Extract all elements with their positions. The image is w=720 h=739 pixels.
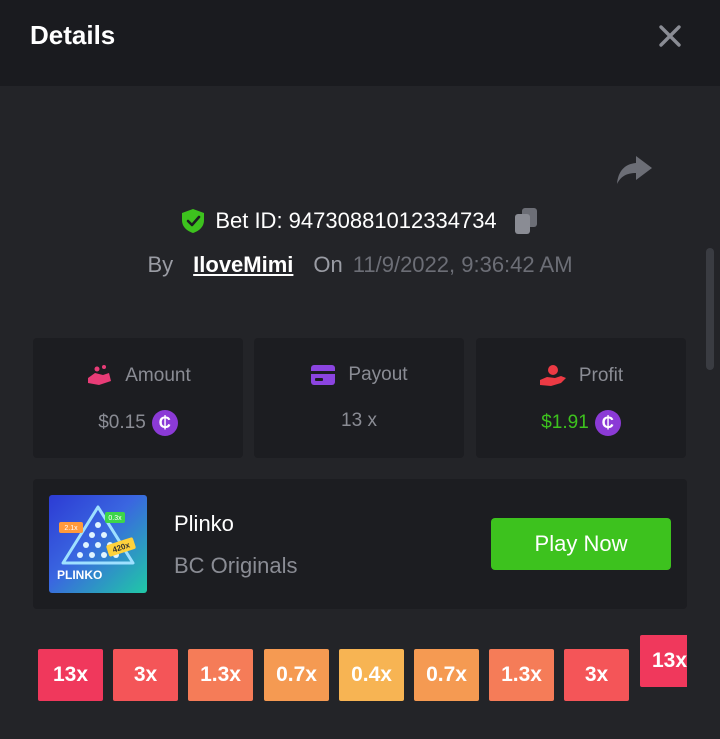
amount-card: Amount $0.15 ₵ bbox=[33, 338, 243, 458]
coin-icon: ₵ bbox=[151, 410, 178, 436]
payout-card: Payout 13 x bbox=[254, 338, 464, 458]
on-label: On bbox=[313, 252, 343, 277]
profit-label: Profit bbox=[578, 365, 624, 386]
details-header: Details bbox=[0, 0, 720, 86]
multiplier-row: 13x 3x 1.3x 0.7x 0.4x 0.7x 1.3x 3x 13x bbox=[38, 635, 698, 703]
amount-value: $0.15 bbox=[98, 412, 146, 433]
thumb-badge-1: 2.1x bbox=[64, 525, 78, 532]
payout-value: 13 x bbox=[341, 410, 377, 431]
bet-meta-row: By IloveMimi On 11/9/2022, 9:36:42 AM bbox=[0, 248, 720, 282]
thumb-title: PLINKO bbox=[57, 568, 102, 582]
multiplier-slot: 0.7x bbox=[264, 649, 329, 701]
multiplier-slot: 3x bbox=[113, 649, 178, 701]
payout-card-icon bbox=[311, 365, 336, 385]
play-now-button[interactable]: Play Now bbox=[491, 518, 671, 570]
profit-hand-icon bbox=[539, 365, 566, 386]
multiplier-slot: 1.3x bbox=[188, 649, 253, 701]
multiplier-slot: 13x bbox=[38, 649, 103, 701]
plinko-thumbnail[interactable]: 2.1x 0.3x 420x PLINKO bbox=[49, 495, 147, 593]
share-icon[interactable] bbox=[614, 152, 654, 188]
game-name: Plinko bbox=[174, 511, 234, 536]
bet-datetime: 11/9/2022, 9:36:42 AM bbox=[352, 252, 573, 277]
profit-value: $1.91 bbox=[541, 412, 589, 433]
multiplier-slot-active: 13x bbox=[640, 635, 687, 687]
game-card: 2.1x 0.3x 420x PLINKO Plinko BC Original… bbox=[33, 479, 687, 609]
payout-label: Payout bbox=[348, 364, 408, 385]
shield-check-icon bbox=[182, 209, 205, 233]
amount-label: Amount bbox=[125, 365, 191, 386]
profit-card: Profit $1.91 ₵ bbox=[476, 338, 686, 458]
username-link[interactable]: IloveMimi bbox=[193, 252, 293, 278]
bet-id-row: Bet ID: 94730881012334734 bbox=[0, 204, 720, 238]
coin-icon: ₵ bbox=[594, 410, 621, 436]
multiplier-slot: 0.4x bbox=[339, 649, 404, 701]
thumb-badge-2: 0.3x bbox=[108, 515, 122, 522]
multiplier-slot: 3x bbox=[564, 649, 629, 701]
multiplier-slot: 0.7x bbox=[414, 649, 479, 701]
by-label: By bbox=[147, 252, 174, 277]
multiplier-slot-active-label: 13x bbox=[652, 649, 687, 672]
close-icon[interactable] bbox=[654, 20, 686, 52]
multiplier-slot: 1.3x bbox=[489, 649, 554, 701]
amount-icon bbox=[88, 365, 112, 385]
page-title: Details bbox=[30, 20, 116, 50]
copy-icon[interactable] bbox=[513, 207, 539, 235]
bet-id: Bet ID: 94730881012334734 bbox=[215, 208, 497, 233]
game-provider: BC Originals bbox=[174, 553, 298, 578]
